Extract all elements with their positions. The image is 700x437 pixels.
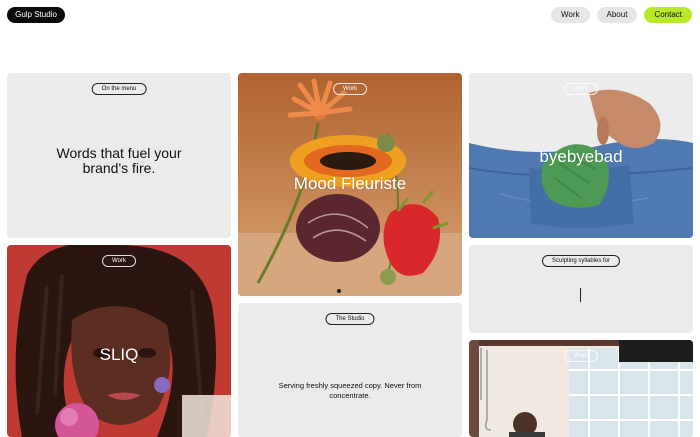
sliq-title: SLIQ	[99, 345, 139, 364]
sliq-pill: Work	[102, 255, 136, 267]
carousel-dot[interactable]	[337, 289, 341, 293]
mood-fleuriste-title: Mood Fleuriste	[293, 174, 407, 193]
sculpting-card[interactable]: Sculpting syllables for	[469, 245, 693, 333]
studio-text: Serving freshly squeezed copy. Never fro…	[278, 381, 422, 400]
byebyebad-title: byebyebad	[539, 147, 623, 166]
main-nav: Work About Contact	[550, 7, 692, 23]
studio-card[interactable]: The Studio Serving freshly squeezed copy…	[238, 303, 462, 437]
byebyebad-pill: Work	[564, 83, 598, 95]
nav-contact-button[interactable]: Contact	[644, 7, 692, 23]
nav-work-button[interactable]: Work	[550, 7, 590, 23]
menu-headline: Words that fuel your brand's fire.	[56, 145, 182, 176]
gym-work-pill: Work	[564, 350, 598, 362]
sliq-card[interactable]: Work SLIQ	[7, 245, 231, 437]
mood-fleuriste-card[interactable]: Work Mood Fleuriste	[238, 73, 462, 296]
gym-work-card[interactable]: Work	[469, 340, 693, 437]
nav-about-button[interactable]: About	[596, 7, 638, 23]
text-cursor	[580, 288, 581, 302]
logo-button[interactable]: Gulp Studio	[7, 7, 65, 23]
mood-fleuriste-pill: Work	[333, 83, 367, 95]
menu-pill: On the menu	[91, 83, 147, 95]
sliq-image	[7, 245, 231, 437]
byebyebad-card[interactable]: Work byebyebad	[469, 73, 693, 238]
sculpting-pill: Sculpting syllables for	[541, 255, 621, 267]
menu-card[interactable]: On the menu Words that fuel your brand's…	[7, 73, 231, 238]
studio-pill: The Studio	[325, 313, 375, 325]
